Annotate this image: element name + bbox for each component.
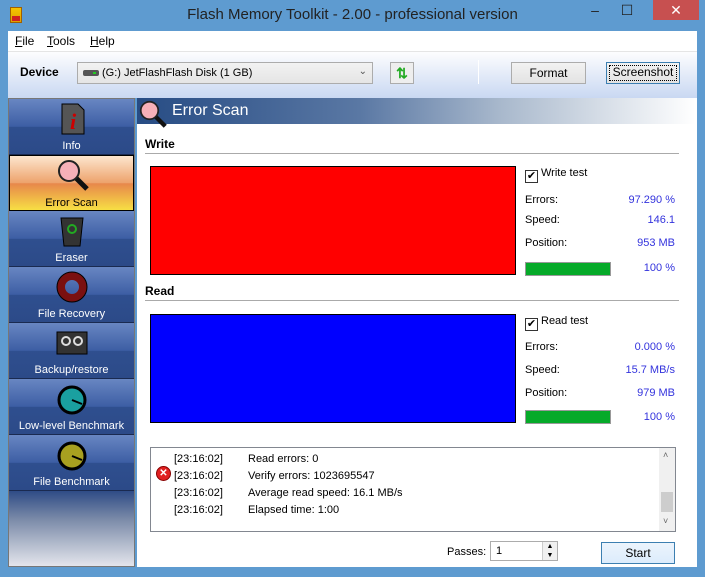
magnifier-icon — [57, 159, 89, 193]
write-speed-label: Speed: — [525, 214, 560, 226]
write-map — [150, 166, 516, 275]
sidebar-item-label: Eraser — [9, 252, 134, 264]
log-message: Read errors: 0 — [248, 453, 318, 465]
drive-icon — [83, 70, 99, 76]
read-test-label: Read test — [541, 315, 588, 327]
write-test-label: Write test — [541, 167, 587, 179]
toolbar-separator — [478, 60, 479, 84]
title-bar: Flash Memory Toolkit - 2.00 - profession… — [0, 0, 705, 31]
log-time: [23:16:02] — [174, 487, 223, 499]
menu-tools-label: Tools — [47, 34, 75, 48]
magnifier-icon — [139, 100, 167, 128]
read-errors-value: 0.000 % — [595, 341, 675, 353]
device-select[interactable]: (G:) JetFlashFlash Disk (1 GB) ⌄ — [77, 62, 373, 84]
menu-file-label: File — [15, 34, 34, 48]
main-panel: Error Scan Write ✔Write test Errors: 97.… — [137, 98, 697, 567]
sidebar-item-label: Info — [9, 140, 134, 152]
passes-spinner[interactable]: ▲▼ — [542, 542, 557, 560]
sidebar-item-label: File Recovery — [9, 308, 134, 320]
maximize-button[interactable]: ☐ — [612, 0, 642, 20]
sidebar: i Info Error Scan Eraser File Recovery B… — [8, 98, 135, 567]
menu-help-label: Help — [90, 34, 115, 48]
minimize-button[interactable]: – — [580, 0, 610, 20]
refresh-button[interactable]: ⇅ — [390, 62, 414, 84]
menu-help[interactable]: Help — [90, 34, 115, 48]
divider — [145, 153, 679, 154]
scroll-down-icon[interactable]: ˅ — [663, 516, 668, 526]
check-icon: ✔ — [525, 318, 538, 331]
scroll-thumb[interactable] — [661, 492, 673, 512]
write-test-checkbox[interactable]: ✔Write test — [525, 167, 587, 183]
passes-label: Passes: — [447, 546, 486, 558]
log-scrollbar[interactable]: ˄ ˅ — [659, 448, 675, 531]
log-time: [23:16:02] — [174, 504, 223, 516]
sidebar-item-file-benchmark[interactable]: File Benchmark — [9, 435, 134, 491]
lifebuoy-icon — [56, 270, 88, 304]
format-button[interactable]: Format — [511, 62, 586, 84]
read-map — [150, 314, 516, 423]
menu-tools[interactable]: Tools — [47, 34, 75, 48]
start-button[interactable]: Start — [601, 542, 675, 564]
stopwatch-icon — [56, 438, 88, 472]
close-button[interactable]: ✕ — [653, 0, 699, 20]
svg-text:i: i — [70, 109, 77, 134]
write-errors-value: 97.290 % — [595, 194, 675, 206]
stopwatch-icon — [56, 382, 88, 416]
sidebar-item-label: Error Scan — [10, 197, 133, 209]
panel-header: Error Scan — [137, 98, 695, 124]
error-icon: ✕ — [156, 466, 171, 481]
spin-up-icon[interactable]: ▲ — [543, 542, 557, 551]
chevron-down-icon: ⌄ — [359, 66, 367, 77]
log-message: Elapsed time: 1:00 — [248, 504, 339, 516]
recycle-bin-icon — [56, 214, 88, 248]
device-label: Device — [20, 65, 59, 79]
sidebar-item-low-level-benchmark[interactable]: Low-level Benchmark — [9, 379, 134, 435]
sidebar-item-backup-restore[interactable]: Backup/restore — [9, 323, 134, 379]
read-speed-value: 15.7 MB/s — [595, 364, 675, 376]
read-errors-label: Errors: — [525, 341, 558, 353]
log-message: Verify errors: 1023695547 — [248, 470, 375, 482]
write-position-label: Position: — [525, 237, 567, 249]
sidebar-item-file-recovery[interactable]: File Recovery — [9, 267, 134, 323]
sidebar-item-info[interactable]: i Info — [9, 99, 134, 155]
refresh-icon: ⇅ — [396, 65, 408, 81]
log-time: [23:16:02] — [174, 453, 223, 465]
write-progress-text: 100 % — [595, 262, 675, 274]
write-position-value: 953 MB — [595, 237, 675, 249]
sidebar-item-eraser[interactable]: Eraser — [9, 211, 134, 267]
write-errors-label: Errors: — [525, 194, 558, 206]
read-position-label: Position: — [525, 387, 567, 399]
sidebar-item-label: Backup/restore — [9, 364, 134, 376]
info-icon: i — [56, 102, 88, 136]
read-test-checkbox[interactable]: ✔Read test — [525, 315, 588, 331]
divider — [145, 300, 679, 301]
screenshot-button[interactable]: Screenshot — [606, 62, 680, 84]
read-position-value: 979 MB — [595, 387, 675, 399]
write-section-label: Write — [145, 137, 175, 151]
device-value: (G:) JetFlashFlash Disk (1 GB) — [102, 67, 252, 79]
sidebar-item-error-scan[interactable]: Error Scan — [9, 155, 134, 211]
write-speed-value: 146.1 — [595, 214, 675, 226]
check-icon: ✔ — [525, 170, 538, 183]
cassette-icon — [56, 326, 88, 360]
menu-bar: File Tools Help — [8, 31, 697, 52]
read-section-label: Read — [145, 284, 174, 298]
passes-value: 1 — [496, 545, 502, 557]
read-speed-label: Speed: — [525, 364, 560, 376]
sidebar-item-label: File Benchmark — [9, 476, 134, 488]
menu-file[interactable]: File — [15, 34, 34, 48]
sidebar-item-label: Low-level Benchmark — [9, 420, 134, 432]
toolbar: Device (G:) JetFlashFlash Disk (1 GB) ⌄ … — [8, 52, 697, 98]
scroll-up-icon[interactable]: ˄ — [663, 450, 668, 460]
log-list[interactable]: ✕ [23:16:02] Read errors: 0 [23:16:02] V… — [150, 447, 676, 532]
panel-title: Error Scan — [172, 102, 248, 120]
log-time: [23:16:02] — [174, 470, 223, 482]
log-message: Average read speed: 16.1 MB/s — [248, 487, 403, 499]
spin-down-icon[interactable]: ▼ — [543, 551, 557, 560]
read-progress-text: 100 % — [595, 411, 675, 423]
